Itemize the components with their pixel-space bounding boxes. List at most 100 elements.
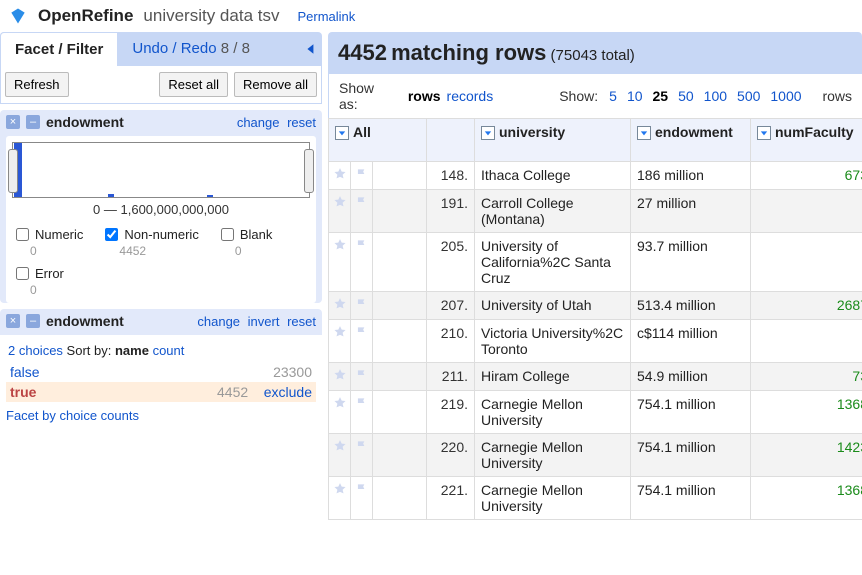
cell-university[interactable]: Ithaca College bbox=[475, 162, 631, 190]
star-icon[interactable] bbox=[329, 162, 351, 190]
slider-handle-left[interactable] bbox=[8, 149, 18, 193]
table-row: 220.Carnegie Mellon University754.1 mill… bbox=[329, 434, 862, 477]
close-icon[interactable]: × bbox=[6, 314, 20, 328]
table-row: 221.Carnegie Mellon University754.1 mill… bbox=[329, 477, 862, 520]
page-size-500[interactable]: 500 bbox=[737, 88, 760, 104]
star-icon[interactable] bbox=[329, 477, 351, 520]
row-index: 148. bbox=[427, 162, 475, 190]
flag-icon[interactable] bbox=[351, 320, 373, 363]
show-as-rows[interactable]: rows bbox=[408, 88, 441, 104]
collapse-left-panel[interactable] bbox=[300, 32, 322, 66]
check-error[interactable]: Error bbox=[12, 264, 64, 283]
star-icon[interactable] bbox=[329, 363, 351, 391]
page-size-25[interactable]: 25 bbox=[653, 88, 669, 104]
table-row: 211.Hiram College54.9 million73 bbox=[329, 363, 862, 391]
cell-university[interactable]: University of Utah bbox=[475, 292, 631, 320]
cell-university[interactable]: Carnegie Mellon University bbox=[475, 434, 631, 477]
facet-change-link[interactable]: change bbox=[237, 115, 280, 130]
flag-icon[interactable] bbox=[351, 292, 373, 320]
cell-numfaculty[interactable]: 673 bbox=[751, 162, 862, 190]
cell-university[interactable]: Victoria University%2C Toronto bbox=[475, 320, 631, 363]
col-all[interactable]: All bbox=[329, 119, 427, 162]
blank-count: 0 bbox=[235, 244, 242, 258]
tab-facet-filter[interactable]: Facet / Filter bbox=[0, 32, 118, 66]
flag-icon[interactable] bbox=[351, 477, 373, 520]
flag-icon[interactable] bbox=[351, 434, 373, 477]
facet-change-link[interactable]: change bbox=[197, 314, 240, 329]
table-row: 191.Carroll College (Montana)27 million bbox=[329, 190, 862, 233]
tab-undo-redo[interactable]: Undo / Redo 8 / 8 bbox=[118, 32, 264, 66]
check-nonnumeric[interactable]: Non-numeric bbox=[101, 225, 198, 244]
col-numfaculty[interactable]: numFaculty bbox=[751, 119, 862, 162]
slider-handle-right[interactable] bbox=[304, 149, 314, 193]
cell-numfaculty[interactable] bbox=[751, 320, 862, 363]
star-icon[interactable] bbox=[329, 320, 351, 363]
cell-numfaculty[interactable] bbox=[751, 233, 862, 292]
dropdown-icon[interactable] bbox=[335, 126, 349, 140]
flag-icon[interactable] bbox=[351, 391, 373, 434]
facet-reset-link[interactable]: reset bbox=[287, 314, 316, 329]
choice-false[interactable]: false 23300 bbox=[6, 362, 316, 382]
minimize-icon[interactable]: – bbox=[26, 314, 40, 328]
cell-university[interactable]: Hiram College bbox=[475, 363, 631, 391]
check-blank[interactable]: Blank bbox=[217, 225, 273, 244]
cell-endowment[interactable]: 513.4 million bbox=[631, 292, 751, 320]
minimize-icon[interactable]: – bbox=[26, 115, 40, 129]
page-size-10[interactable]: 10 bbox=[627, 88, 643, 104]
page-size-50[interactable]: 50 bbox=[678, 88, 694, 104]
close-icon[interactable]: × bbox=[6, 115, 20, 129]
project-name: university data tsv bbox=[143, 6, 279, 26]
page-size-100[interactable]: 100 bbox=[704, 88, 727, 104]
col-university[interactable]: university bbox=[475, 119, 631, 162]
show-as-records[interactable]: records bbox=[447, 88, 494, 104]
dropdown-icon[interactable] bbox=[637, 126, 651, 140]
cell-university[interactable]: Carroll College (Montana) bbox=[475, 190, 631, 233]
cell-numfaculty[interactable]: 1368 bbox=[751, 391, 862, 434]
refresh-button[interactable]: Refresh bbox=[5, 72, 69, 97]
check-numeric[interactable]: Numeric bbox=[12, 225, 83, 244]
facet-reset-link[interactable]: reset bbox=[287, 115, 316, 130]
histogram[interactable] bbox=[12, 142, 310, 198]
flag-icon[interactable] bbox=[351, 162, 373, 190]
remove-all-button[interactable]: Remove all bbox=[234, 72, 317, 97]
cell-endowment[interactable]: 754.1 million bbox=[631, 434, 751, 477]
star-icon[interactable] bbox=[329, 233, 351, 292]
sort-by-count[interactable]: count bbox=[153, 343, 185, 358]
star-icon[interactable] bbox=[329, 190, 351, 233]
flag-icon[interactable] bbox=[351, 233, 373, 292]
choice-true[interactable]: true 4452 exclude bbox=[6, 382, 316, 402]
cell-numfaculty[interactable] bbox=[751, 190, 862, 233]
cell-endowment[interactable]: 186 million bbox=[631, 162, 751, 190]
permalink-link[interactable]: Permalink bbox=[297, 9, 355, 24]
page-size-5[interactable]: 5 bbox=[609, 88, 617, 104]
col-endowment[interactable]: endowment bbox=[631, 119, 751, 162]
cell-numfaculty[interactable]: 73 bbox=[751, 363, 862, 391]
cell-endowment[interactable]: 754.1 million bbox=[631, 477, 751, 520]
star-icon[interactable] bbox=[329, 434, 351, 477]
cell-numfaculty[interactable]: 1423 bbox=[751, 434, 862, 477]
facet-invert-link[interactable]: invert bbox=[248, 314, 280, 329]
facet-by-choice-counts[interactable]: Facet by choice counts bbox=[6, 408, 139, 423]
sort-by-name[interactable]: name bbox=[115, 343, 149, 358]
flag-icon[interactable] bbox=[351, 363, 373, 391]
cell-numfaculty[interactable]: 1368 bbox=[751, 477, 862, 520]
cell-endowment[interactable]: 754.1 million bbox=[631, 391, 751, 434]
cell-university[interactable]: Carnegie Mellon University bbox=[475, 391, 631, 434]
dropdown-icon[interactable] bbox=[757, 126, 771, 140]
cell-endowment[interactable]: 93.7 million bbox=[631, 233, 751, 292]
undo-redo-link[interactable]: Undo / Redo bbox=[132, 40, 216, 57]
choices-count-link[interactable]: 2 choices bbox=[8, 343, 63, 358]
cell-endowment[interactable]: c$114 million bbox=[631, 320, 751, 363]
cell-university[interactable]: University of California%2C Santa Cruz bbox=[475, 233, 631, 292]
exclude-link[interactable]: exclude bbox=[264, 384, 312, 400]
cell-endowment[interactable]: 27 million bbox=[631, 190, 751, 233]
cell-numfaculty[interactable]: 2687 bbox=[751, 292, 862, 320]
cell-university[interactable]: Carnegie Mellon University bbox=[475, 477, 631, 520]
flag-icon[interactable] bbox=[351, 190, 373, 233]
reset-all-button[interactable]: Reset all bbox=[159, 72, 228, 97]
star-icon[interactable] bbox=[329, 391, 351, 434]
dropdown-icon[interactable] bbox=[481, 126, 495, 140]
page-size-1000[interactable]: 1000 bbox=[770, 88, 801, 104]
cell-endowment[interactable]: 54.9 million bbox=[631, 363, 751, 391]
star-icon[interactable] bbox=[329, 292, 351, 320]
